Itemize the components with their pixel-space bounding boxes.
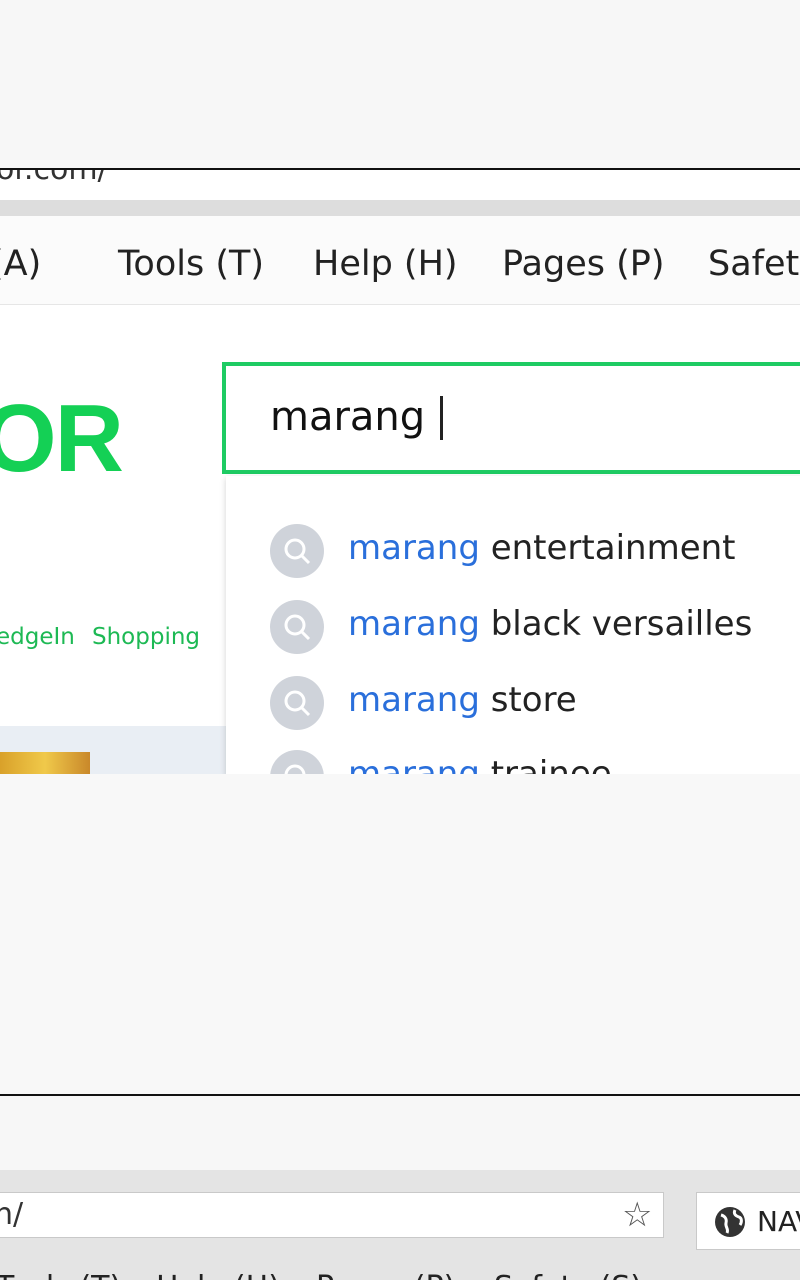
star-icon[interactable]: ☆ xyxy=(622,1195,652,1235)
menu-item-tools[interactable]: Tools (T) xyxy=(118,244,264,284)
menu-item-favorites[interactable]: (A) xyxy=(0,244,41,284)
search-icon xyxy=(270,524,324,578)
menu-item-help[interactable]: Help (H) xyxy=(156,1270,280,1280)
suggestion-text: marang black versailles xyxy=(348,604,753,644)
text-caret xyxy=(440,396,443,440)
menu-item-pages[interactable]: Pages (P) xyxy=(502,244,665,284)
menu-item-safety[interactable]: Safety (S) xyxy=(494,1270,642,1280)
menu-item-help[interactable]: Help (H) xyxy=(313,244,458,284)
nav-link-knowledgein[interactable]: edgeIn xyxy=(0,624,75,650)
site-logo[interactable]: OR xyxy=(0,384,124,494)
suggestion-item[interactable]: marang entertainment xyxy=(270,524,800,580)
toolbar-band xyxy=(0,200,800,216)
search-icon xyxy=(270,750,324,776)
nav-link-shopping[interactable]: Shopping xyxy=(92,624,200,650)
suggestion-item[interactable]: marang trainee xyxy=(270,750,800,776)
search-icon xyxy=(270,676,324,730)
suggestion-item[interactable]: marang black versailles xyxy=(270,600,800,656)
menu-item-safety[interactable]: Safety xyxy=(708,244,800,284)
globe-icon xyxy=(713,1205,747,1243)
menu-bar: Tools (T) Help (H) Pages (P) Safety (S) xyxy=(0,1264,800,1280)
empty-frame xyxy=(0,774,800,1096)
suggestion-item[interactable]: marang store xyxy=(270,676,800,732)
suggestion-text: marang store xyxy=(348,680,577,720)
browser-tab[interactable]: NAV xyxy=(696,1192,800,1250)
suggestion-text: marang trainee xyxy=(348,754,612,776)
search-input-text: marang xyxy=(270,394,426,440)
browser-frame-top: or.com/ (A) Tools (T) Help (H) Pages (P)… xyxy=(0,168,800,778)
browser-frame-bottom: n/ ☆ NAV Tools (T) Help (H) Pages (P) Sa… xyxy=(0,1096,800,1280)
address-text: or.com/ xyxy=(0,170,108,187)
address-bar[interactable]: n/ ☆ xyxy=(0,1192,664,1238)
thumbnail-image[interactable] xyxy=(0,752,90,776)
menu-item-tools[interactable]: Tools (T) xyxy=(0,1270,121,1280)
menu-item-pages[interactable]: Pages (P) xyxy=(316,1270,455,1280)
address-text: n/ xyxy=(0,1197,24,1232)
menu-bar: (A) Tools (T) Help (H) Pages (P) Safety xyxy=(0,216,800,305)
search-icon xyxy=(270,600,324,654)
autocomplete-dropdown: marang entertainment marang black versai… xyxy=(226,476,800,776)
address-bar[interactable]: or.com/ xyxy=(0,170,800,200)
search-input[interactable]: marang xyxy=(222,362,800,474)
tab-title: NAV xyxy=(757,1205,800,1238)
suggestion-text: marang entertainment xyxy=(348,528,736,568)
